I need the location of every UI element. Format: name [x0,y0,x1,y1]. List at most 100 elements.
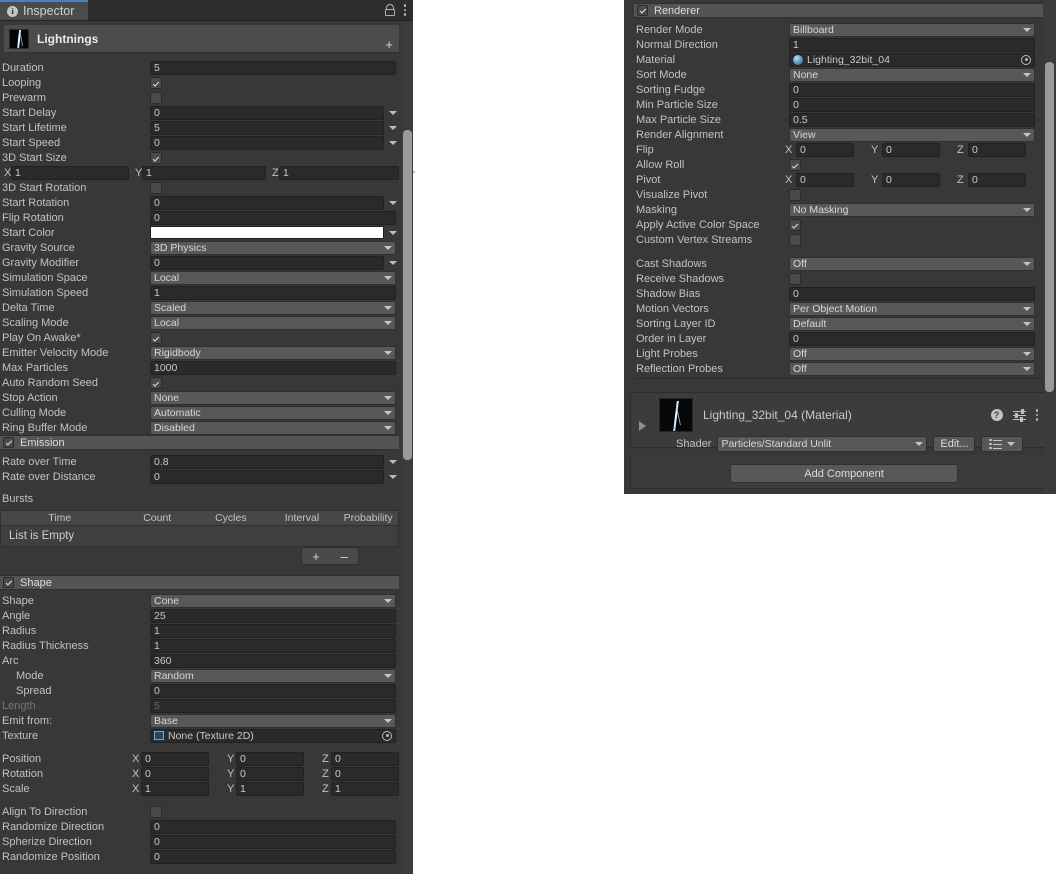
spherize-direction-input[interactable]: 0 [150,834,396,849]
rotation-y-input[interactable]: 0 [236,766,304,781]
cast-shadows-dropdown[interactable]: Off [789,256,1035,271]
vector-x-input[interactable]: 1 [11,165,129,180]
shadow-bias-input[interactable]: 0 [789,286,1035,301]
renderer-scrollbar-thumb[interactable] [1045,62,1054,392]
shader-preset-button[interactable] [981,436,1024,452]
receive-shadows-checkbox[interactable] [789,272,801,285]
spread-input[interactable]: 0 [150,683,396,698]
flip-z-input[interactable]: 0 [968,142,1026,157]
shader-dropdown[interactable]: Particles/Standard Unlit [717,436,928,452]
light-probes-dropdown[interactable]: Off [789,346,1035,361]
rate-over-time-input[interactable]: 0.8 [150,454,384,469]
start-lifetime-input[interactable]: 5 [150,120,384,135]
looping-checkbox[interactable] [150,76,162,89]
apply-active-color-space-checkbox[interactable] [789,218,801,231]
rate-over-distance-input[interactable]: 0 [150,469,384,484]
angle-input[interactable]: 25 [150,608,396,623]
masking-dropdown[interactable]: No Masking [789,202,1035,217]
settings-sliders-icon[interactable] [1012,409,1026,422]
tab-inspector[interactable]: i Inspector [0,0,88,20]
reflection-probes-dropdown[interactable]: Off [789,361,1035,376]
scaling-mode-dropdown[interactable]: Local [150,315,396,330]
inspector-scrollbar-thumb[interactable] [403,130,412,460]
max-particle-size-input[interactable]: 0.5 [789,112,1035,127]
allow-roll-checkbox[interactable] [789,158,801,171]
chevron-down-icon[interactable] [389,260,397,265]
delta-time-dropdown[interactable]: Scaled [150,300,396,315]
min-particle-size-input[interactable]: 0 [789,97,1035,112]
sort-mode-dropdown[interactable]: None [789,67,1035,82]
start-speed-input[interactable]: 0 [150,135,384,150]
render-mode-dropdown[interactable]: Billboard [789,22,1035,37]
shape-dropdown[interactable]: Cone [150,593,396,608]
order-in-layer-input[interactable]: 0 [789,331,1035,346]
align-to-direction-checkbox[interactable] [150,805,162,818]
chevron-down-icon[interactable] [389,110,397,115]
renderer-enabled-checkbox[interactable] [637,5,648,16]
culling-mode-dropdown[interactable]: Automatic [150,405,396,420]
chevron-down-icon[interactable] [389,230,397,235]
remove-burst-button[interactable]: – [340,549,347,564]
object-picker-icon[interactable] [1021,54,1031,65]
chevron-down-icon[interactable] [389,140,397,145]
pivot-z-input[interactable]: 0 [968,172,1026,187]
help-icon[interactable]: ? [990,409,1003,421]
section-renderer-header[interactable]: Renderer [634,3,1043,18]
lock-icon[interactable] [384,4,395,16]
material-object-field[interactable]: Lighting_32bit_04 [789,52,1035,67]
rotation-x-input[interactable]: 0 [141,766,209,781]
chevron-down-icon[interactable] [389,200,397,205]
normal-direction-input[interactable]: 1 [789,37,1035,52]
chevron-down-icon[interactable] [389,125,397,130]
texture-object-field[interactable]: None (Texture 2D) [150,728,396,743]
position-y-input[interactable]: 0 [236,751,304,766]
max-particles-input[interactable]: 1000 [150,360,396,375]
object-picker-icon[interactable] [382,730,392,741]
render-alignment-dropdown[interactable]: View [789,127,1035,142]
start-color-swatch[interactable] [150,226,384,239]
duration-input[interactable]: 5 [150,60,396,75]
sorting-layer-id-dropdown[interactable]: Default [789,316,1035,331]
mode-dropdown[interactable]: Random [150,668,396,683]
stop-action-dropdown[interactable]: None [150,390,396,405]
flip-rotation-input[interactable]: 0 [150,210,396,225]
vector-y-input[interactable]: 1 [142,165,266,180]
3d-start-size-checkbox[interactable] [150,151,162,164]
pivot-x-input[interactable]: 0 [796,172,854,187]
renderer-scrollbar-track[interactable] [1044,0,1055,494]
add-icon[interactable]: + [385,38,393,51]
flip-y-input[interactable]: 0 [882,142,940,157]
add-component-button[interactable]: Add Component [730,464,958,483]
emit-from-dropdown[interactable]: Base [150,713,396,728]
gravity-source-dropdown[interactable]: 3D Physics [150,240,396,255]
add-burst-button[interactable]: + [312,549,320,564]
start-delay-input[interactable]: 0 [150,105,384,120]
chevron-down-icon[interactable] [389,474,397,479]
edit-shader-button[interactable]: Edit... [933,436,976,452]
simulation-space-dropdown[interactable]: Local [150,270,396,285]
radius-input[interactable]: 1 [150,623,396,638]
motion-vectors-dropdown[interactable]: Per Object Motion [789,301,1035,316]
kebab-menu-icon[interactable] [403,3,406,17]
ring-buffer-mode-dropdown[interactable]: Disabled [150,420,396,435]
randomize-direction-input[interactable]: 0 [150,819,396,834]
randomize-position-input[interactable]: 0 [150,849,396,864]
emission-enabled-checkbox[interactable] [3,437,14,448]
position-z-input[interactable]: 0 [331,751,399,766]
3d-start-rotation-checkbox[interactable] [150,181,162,194]
section-emission-header[interactable]: Emission [0,435,399,450]
scale-z-input[interactable]: 1 [331,781,399,796]
inspector-scrollbar-track[interactable] [402,22,413,874]
kebab-menu-icon[interactable] [1035,408,1038,422]
vector-z-input[interactable]: 1 [279,165,399,180]
gravity-modifier-input[interactable]: 0 [150,255,384,270]
section-shape-header[interactable]: Shape [0,575,399,590]
flip-x-input[interactable]: 0 [796,142,854,157]
custom-vertex-streams-checkbox[interactable] [789,233,801,246]
scale-x-input[interactable]: 1 [141,781,209,796]
shape-enabled-checkbox[interactable] [3,577,14,588]
chevron-down-icon[interactable] [389,459,397,464]
radius-thickness-input[interactable]: 1 [150,638,396,653]
prewarm-checkbox[interactable] [150,91,162,104]
pivot-y-input[interactable]: 0 [882,172,940,187]
